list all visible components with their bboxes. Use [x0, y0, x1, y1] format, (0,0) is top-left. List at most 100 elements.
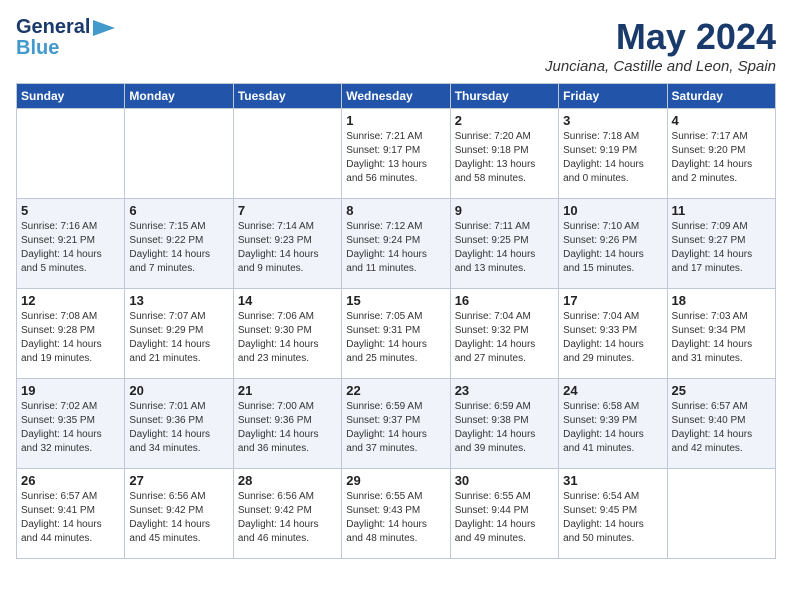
- day-info: Sunrise: 7:06 AM Sunset: 9:30 PM Dayligh…: [238, 310, 337, 366]
- table-row: 18 Sunrise: 7:03 AM Sunset: 9:34 PM Dayli…: [667, 289, 775, 379]
- calendar-week-row: 1 Sunrise: 7:21 AM Sunset: 9:17 PM Daylig…: [17, 109, 776, 199]
- table-row: 10 Sunrise: 7:10 AM Sunset: 9:26 PM Dayli…: [559, 199, 667, 289]
- day-info: Sunrise: 6:55 AM Sunset: 9:44 PM Dayligh…: [455, 490, 554, 546]
- day-info: Sunrise: 7:03 AM Sunset: 9:34 PM Dayligh…: [672, 310, 771, 366]
- day-number: 22: [346, 383, 445, 398]
- day-info: Sunrise: 7:18 AM Sunset: 9:19 PM Dayligh…: [563, 130, 662, 186]
- month-title: May 2024: [545, 16, 776, 58]
- table-row: 1 Sunrise: 7:21 AM Sunset: 9:17 PM Daylig…: [342, 109, 450, 199]
- day-number: 21: [238, 383, 337, 398]
- day-info: Sunrise: 7:10 AM Sunset: 9:26 PM Dayligh…: [563, 220, 662, 276]
- table-row: 25 Sunrise: 6:57 AM Sunset: 9:40 PM Dayli…: [667, 379, 775, 469]
- table-row: 6 Sunrise: 7:15 AM Sunset: 9:22 PM Daylig…: [125, 199, 233, 289]
- day-info: Sunrise: 7:04 AM Sunset: 9:33 PM Dayligh…: [563, 310, 662, 366]
- day-number: 31: [563, 473, 662, 488]
- day-info: Sunrise: 7:20 AM Sunset: 9:18 PM Dayligh…: [455, 130, 554, 186]
- day-info: Sunrise: 7:01 AM Sunset: 9:36 PM Dayligh…: [129, 400, 228, 456]
- table-row: [17, 109, 125, 199]
- table-row: 2 Sunrise: 7:20 AM Sunset: 9:18 PM Daylig…: [450, 109, 558, 199]
- day-number: 24: [563, 383, 662, 398]
- calendar-week-row: 19 Sunrise: 7:02 AM Sunset: 9:35 PM Dayli…: [17, 379, 776, 469]
- table-row: 11 Sunrise: 7:09 AM Sunset: 9:27 PM Dayli…: [667, 199, 775, 289]
- day-info: Sunrise: 7:16 AM Sunset: 9:21 PM Dayligh…: [21, 220, 120, 276]
- table-row: 29 Sunrise: 6:55 AM Sunset: 9:43 PM Dayli…: [342, 469, 450, 559]
- day-number: 19: [21, 383, 120, 398]
- day-number: 23: [455, 383, 554, 398]
- day-info: Sunrise: 7:07 AM Sunset: 9:29 PM Dayligh…: [129, 310, 228, 366]
- table-row: 30 Sunrise: 6:55 AM Sunset: 9:44 PM Dayli…: [450, 469, 558, 559]
- table-row: 4Sunrise: 7:17 AM Sunset: 9:20 PM Daylig…: [667, 109, 775, 199]
- day-info: Sunrise: 7:12 AM Sunset: 9:24 PM Dayligh…: [346, 220, 445, 276]
- header-friday: Friday: [559, 84, 667, 109]
- day-info: Sunrise: 6:56 AM Sunset: 9:42 PM Dayligh…: [238, 490, 337, 546]
- calendar-week-row: 12 Sunrise: 7:08 AM Sunset: 9:28 PM Dayli…: [17, 289, 776, 379]
- day-info: Sunrise: 7:08 AM Sunset: 9:28 PM Dayligh…: [21, 310, 120, 366]
- table-row: 8 Sunrise: 7:12 AM Sunset: 9:24 PM Daylig…: [342, 199, 450, 289]
- table-row: 16Sunrise: 7:04 AM Sunset: 9:32 PM Dayli…: [450, 289, 558, 379]
- day-number: 10: [563, 203, 662, 218]
- table-row: 21Sunrise: 7:00 AM Sunset: 9:36 PM Dayli…: [233, 379, 341, 469]
- logo: General Blue: [16, 16, 115, 60]
- table-row: 27 Sunrise: 6:56 AM Sunset: 9:42 PM Dayli…: [125, 469, 233, 559]
- calendar-week-row: 5 Sunrise: 7:16 AM Sunset: 9:21 PM Daylig…: [17, 199, 776, 289]
- day-info: Sunrise: 6:59 AM Sunset: 9:37 PM Dayligh…: [346, 400, 445, 456]
- header-thursday: Thursday: [450, 84, 558, 109]
- header-monday: Monday: [125, 84, 233, 109]
- day-info: Sunrise: 7:09 AM Sunset: 9:27 PM Dayligh…: [672, 220, 771, 276]
- table-row: 26 Sunrise: 6:57 AM Sunset: 9:41 PM Dayli…: [17, 469, 125, 559]
- day-number: 14: [238, 293, 337, 308]
- day-number: 25: [672, 383, 771, 398]
- day-number: 8: [346, 203, 445, 218]
- day-number: 11: [672, 203, 771, 218]
- day-number: 17: [563, 293, 662, 308]
- day-number: 16: [455, 293, 554, 308]
- table-row: 3Sunrise: 7:18 AM Sunset: 9:19 PM Daylig…: [559, 109, 667, 199]
- calendar-header-row: Sunday Monday Tuesday Wednesday Thursday…: [17, 84, 776, 109]
- day-number: 6: [129, 203, 228, 218]
- day-number: 27: [129, 473, 228, 488]
- table-row: [233, 109, 341, 199]
- day-number: 15: [346, 293, 445, 308]
- day-number: 2: [455, 113, 554, 128]
- day-number: 9: [455, 203, 554, 218]
- day-info: Sunrise: 6:57 AM Sunset: 9:40 PM Dayligh…: [672, 400, 771, 456]
- day-info: Sunrise: 6:55 AM Sunset: 9:43 PM Dayligh…: [346, 490, 445, 546]
- day-info: Sunrise: 7:14 AM Sunset: 9:23 PM Dayligh…: [238, 220, 337, 276]
- day-number: 30: [455, 473, 554, 488]
- day-info: Sunrise: 7:17 AM Sunset: 9:20 PM Dayligh…: [672, 130, 771, 186]
- header-sunday: Sunday: [17, 84, 125, 109]
- table-row: 7 Sunrise: 7:14 AM Sunset: 9:23 PM Daylig…: [233, 199, 341, 289]
- table-row: 17 Sunrise: 7:04 AM Sunset: 9:33 PM Dayli…: [559, 289, 667, 379]
- day-number: 5: [21, 203, 120, 218]
- header-wednesday: Wednesday: [342, 84, 450, 109]
- day-number: 7: [238, 203, 337, 218]
- day-info: Sunrise: 7:02 AM Sunset: 9:35 PM Dayligh…: [21, 400, 120, 456]
- table-row: 15 Sunrise: 7:05 AM Sunset: 9:31 PM Dayli…: [342, 289, 450, 379]
- day-number: 18: [672, 293, 771, 308]
- day-number: 20: [129, 383, 228, 398]
- table-row: 19 Sunrise: 7:02 AM Sunset: 9:35 PM Dayli…: [17, 379, 125, 469]
- table-row: 24Sunrise: 6:58 AM Sunset: 9:39 PM Dayli…: [559, 379, 667, 469]
- day-number: 13: [129, 293, 228, 308]
- table-row: [125, 109, 233, 199]
- day-info: Sunrise: 7:05 AM Sunset: 9:31 PM Dayligh…: [346, 310, 445, 366]
- day-info: Sunrise: 7:11 AM Sunset: 9:25 PM Dayligh…: [455, 220, 554, 276]
- calendar-table: Sunday Monday Tuesday Wednesday Thursday…: [16, 83, 776, 559]
- day-info: Sunrise: 6:56 AM Sunset: 9:42 PM Dayligh…: [129, 490, 228, 546]
- day-number: 26: [21, 473, 120, 488]
- day-number: 29: [346, 473, 445, 488]
- day-number: 1: [346, 113, 445, 128]
- calendar-week-row: 26 Sunrise: 6:57 AM Sunset: 9:41 PM Dayli…: [17, 469, 776, 559]
- header-saturday: Saturday: [667, 84, 775, 109]
- logo-blue-text: Blue: [16, 37, 59, 60]
- day-info: Sunrise: 7:15 AM Sunset: 9:22 PM Dayligh…: [129, 220, 228, 276]
- table-row: 28Sunrise: 6:56 AM Sunset: 9:42 PM Dayli…: [233, 469, 341, 559]
- table-row: 13 Sunrise: 7:07 AM Sunset: 9:29 PM Dayli…: [125, 289, 233, 379]
- table-row: 20 Sunrise: 7:01 AM Sunset: 9:36 PM Dayli…: [125, 379, 233, 469]
- table-row: 31Sunrise: 6:54 AM Sunset: 9:45 PM Dayli…: [559, 469, 667, 559]
- day-info: Sunrise: 6:57 AM Sunset: 9:41 PM Dayligh…: [21, 490, 120, 546]
- table-row: 12 Sunrise: 7:08 AM Sunset: 9:28 PM Dayli…: [17, 289, 125, 379]
- logo-flag-icon: [93, 20, 115, 36]
- day-number: 12: [21, 293, 120, 308]
- day-info: Sunrise: 7:21 AM Sunset: 9:17 PM Dayligh…: [346, 130, 445, 186]
